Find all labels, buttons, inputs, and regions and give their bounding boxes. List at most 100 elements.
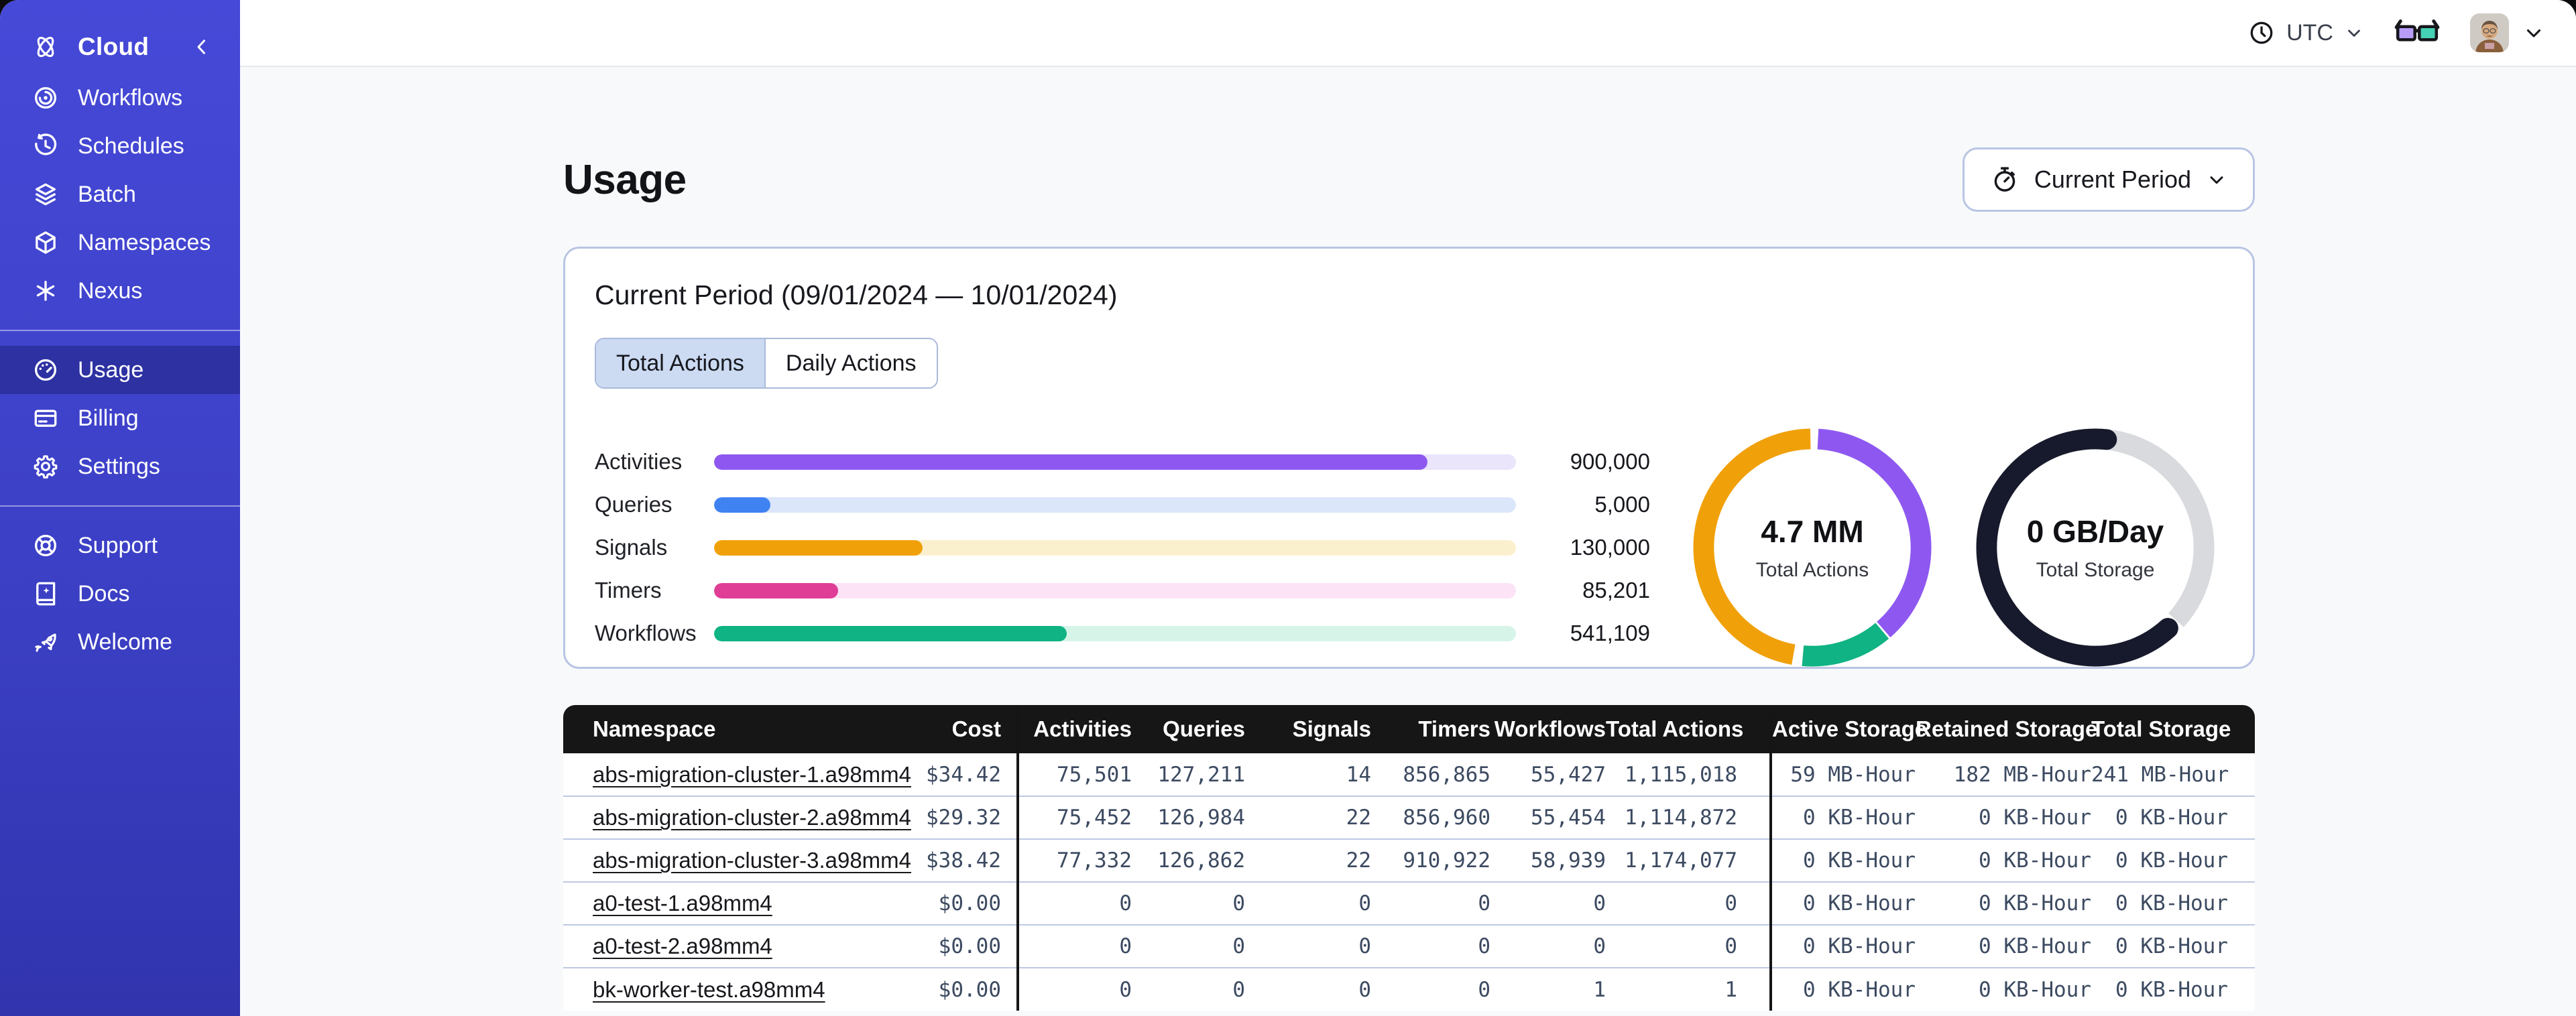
account-menu[interactable]: [2470, 13, 2545, 52]
workflows-cell: 55,427: [1531, 762, 1606, 787]
settings-gear-icon: [31, 452, 60, 481]
namespaces-icon: [31, 228, 60, 257]
charts-row: Activities 900,000 Queries 5,000 Signals…: [595, 428, 2215, 668]
total-storage-cell: 0 KB-Hour: [2091, 796, 2255, 839]
content-column: UTC Usage Current Period Current Period …: [240, 0, 2576, 1016]
chevron-down-icon: [2348, 29, 2360, 37]
workflows-cell: 0: [1490, 924, 1606, 968]
sidebar-item-label: Billing: [78, 405, 139, 431]
sidebar-item-workflows[interactable]: Workflows: [0, 74, 240, 122]
signals-cell: 14: [1346, 762, 1371, 787]
sidebar-item-usage[interactable]: Usage: [0, 346, 240, 394]
sidebar-item-settings[interactable]: Settings: [0, 442, 240, 491]
bar-label: Signals: [595, 535, 668, 560]
active-storage-cell: 0 KB-Hour: [1771, 796, 1916, 839]
bar-value: 85,201: [1582, 578, 1650, 602]
total-actions-cell: 1: [1606, 967, 1772, 1011]
sidebar-item-label: Usage: [78, 357, 144, 383]
queries-cell: 127,211: [1157, 762, 1245, 787]
queries-cell: 126,862: [1132, 838, 1245, 882]
temporal-logo-icon: [31, 32, 60, 62]
usage-bar-row: Timers 85,201: [595, 569, 1650, 612]
bar-label: Workflows: [595, 621, 697, 645]
sidebar-item-batch[interactable]: Batch: [0, 170, 240, 218]
signals-cell: 22: [1245, 838, 1371, 882]
bar-fill: [714, 582, 839, 598]
tab-total-actions[interactable]: Total Actions: [596, 339, 764, 387]
total-actions-cell: 1,114,872: [1606, 796, 1772, 839]
workflows-cell: 0: [1490, 881, 1606, 925]
activities-cell: 0: [1018, 881, 1132, 925]
retained-storage-cell: 0 KB-Hour: [1916, 967, 2091, 1011]
sidebar-collapse-button[interactable]: [190, 36, 213, 58]
timers-cell: 856,865: [1403, 762, 1490, 787]
page-header: Usage Current Period: [563, 147, 2255, 212]
cost-cell: $0.00: [892, 967, 1019, 1011]
topbar: UTC: [240, 0, 2576, 67]
total-storage-cell: 0 KB-Hour: [2091, 924, 2255, 968]
sidebar-item-billing[interactable]: Billing: [0, 394, 240, 442]
user-avatar[interactable]: [2470, 13, 2509, 52]
namespace-cell: a0-test-2.a98mm4: [563, 924, 892, 968]
donut-charts: 4.7 MM Total Actions 0 GB/Day Total Stor…: [1692, 428, 2215, 668]
sidebar-item-nexus[interactable]: Nexus: [0, 267, 240, 315]
usage-bar-row: Queries 5,000: [595, 483, 1650, 526]
namespace-link[interactable]: a0-test-1.a98mm4: [593, 891, 772, 915]
timers-cell: 0: [1371, 967, 1490, 1011]
bar-label: Activities: [595, 449, 683, 474]
batch-icon: [31, 180, 60, 209]
workflows-cell: 1: [1490, 967, 1606, 1011]
table-row: a0-test-2.a98mm4 $0.00 0 0 0 0 0 0 0 KB-…: [563, 924, 2255, 968]
namespace-link[interactable]: abs-migration-cluster-3.a98mm4: [593, 848, 911, 873]
sidebar-item-label: Welcome: [78, 629, 173, 655]
namespace-link[interactable]: abs-migration-cluster-1.a98mm4: [593, 762, 911, 787]
namespace-cell: abs-migration-cluster-1.a98mm4: [563, 753, 911, 796]
column-header-workflows: Workflows: [1490, 705, 1606, 753]
donut-label: Total Actions: [1755, 559, 1869, 581]
sidebar-item-schedules[interactable]: Schedules: [0, 122, 240, 170]
activities-cell: 77,332: [1018, 838, 1132, 882]
total-actions-cell: 1,174,077: [1606, 838, 1772, 882]
timezone-picker[interactable]: UTC: [2247, 19, 2364, 47]
sidebar-item-support[interactable]: Support: [0, 521, 240, 570]
sidebar-divider: [0, 505, 240, 507]
queries-cell: 0: [1132, 924, 1245, 968]
active-storage-cell: 0 KB-Hour: [1771, 881, 1916, 925]
usage-bar-row: Workflows 541,109: [595, 612, 1650, 655]
bar-track: [714, 539, 1516, 556]
workflows-cell: 58,939: [1490, 838, 1606, 882]
namespace-link[interactable]: a0-test-2.a98mm4: [593, 934, 772, 958]
sidebar-item-label: Settings: [78, 453, 160, 479]
namespace-link[interactable]: abs-migration-cluster-2.a98mm4: [593, 805, 911, 830]
namespace-cell: bk-worker-test.a98mm4: [563, 967, 892, 1011]
column-header-activities: Activities: [1018, 705, 1132, 753]
table-row: a0-test-1.a98mm4 $0.00 0 0 0 0 0 0 0 KB-…: [563, 881, 2255, 925]
nexus-icon: [31, 276, 60, 306]
namespace-link[interactable]: bk-worker-test.a98mm4: [593, 977, 825, 1002]
sidebar-item-docs[interactable]: Docs: [0, 570, 240, 618]
column-header-signals: Signals: [1245, 705, 1371, 753]
total-actions-cell: 1,115,018: [1606, 753, 1772, 796]
bar-fill: [714, 497, 770, 513]
sidebar-item-welcome[interactable]: Welcome: [0, 618, 240, 666]
workflows-cell: 55,454: [1490, 796, 1606, 839]
column-header-namespace: Namespace: [563, 705, 892, 753]
period-selector-label: Current Period: [2034, 166, 2191, 193]
total-storage-cell: 0 KB-Hour: [2091, 881, 2255, 925]
bar-fill: [714, 625, 1067, 641]
period-selector-button[interactable]: Current Period: [1962, 147, 2255, 212]
feedback-glasses-icon[interactable]: [2394, 17, 2441, 48]
sidebar-item-namespaces[interactable]: Namespaces: [0, 218, 240, 267]
timers-cell: 0: [1371, 881, 1490, 925]
sidebar: Cloud Workflows Schedules Batch Namespac…: [0, 0, 240, 1016]
tab-daily-actions[interactable]: Daily Actions: [764, 339, 937, 387]
total-storage-cell: 0 KB-Hour: [2091, 838, 2255, 882]
timers-cell: 0: [1371, 924, 1490, 968]
column-header-active-storage: Active Storage: [1771, 705, 1927, 753]
total-storage-donut: 0 GB/Day Total Storage: [1975, 428, 2215, 668]
sidebar-item-label: Workflows: [78, 84, 183, 111]
actions-tabs: Total Actions Daily Actions: [595, 338, 938, 389]
stopwatch-icon: [1994, 167, 2015, 192]
active-storage-cell: 0 KB-Hour: [1771, 924, 1916, 968]
main-content: Usage Current Period Current Period (09/…: [240, 67, 2576, 1016]
